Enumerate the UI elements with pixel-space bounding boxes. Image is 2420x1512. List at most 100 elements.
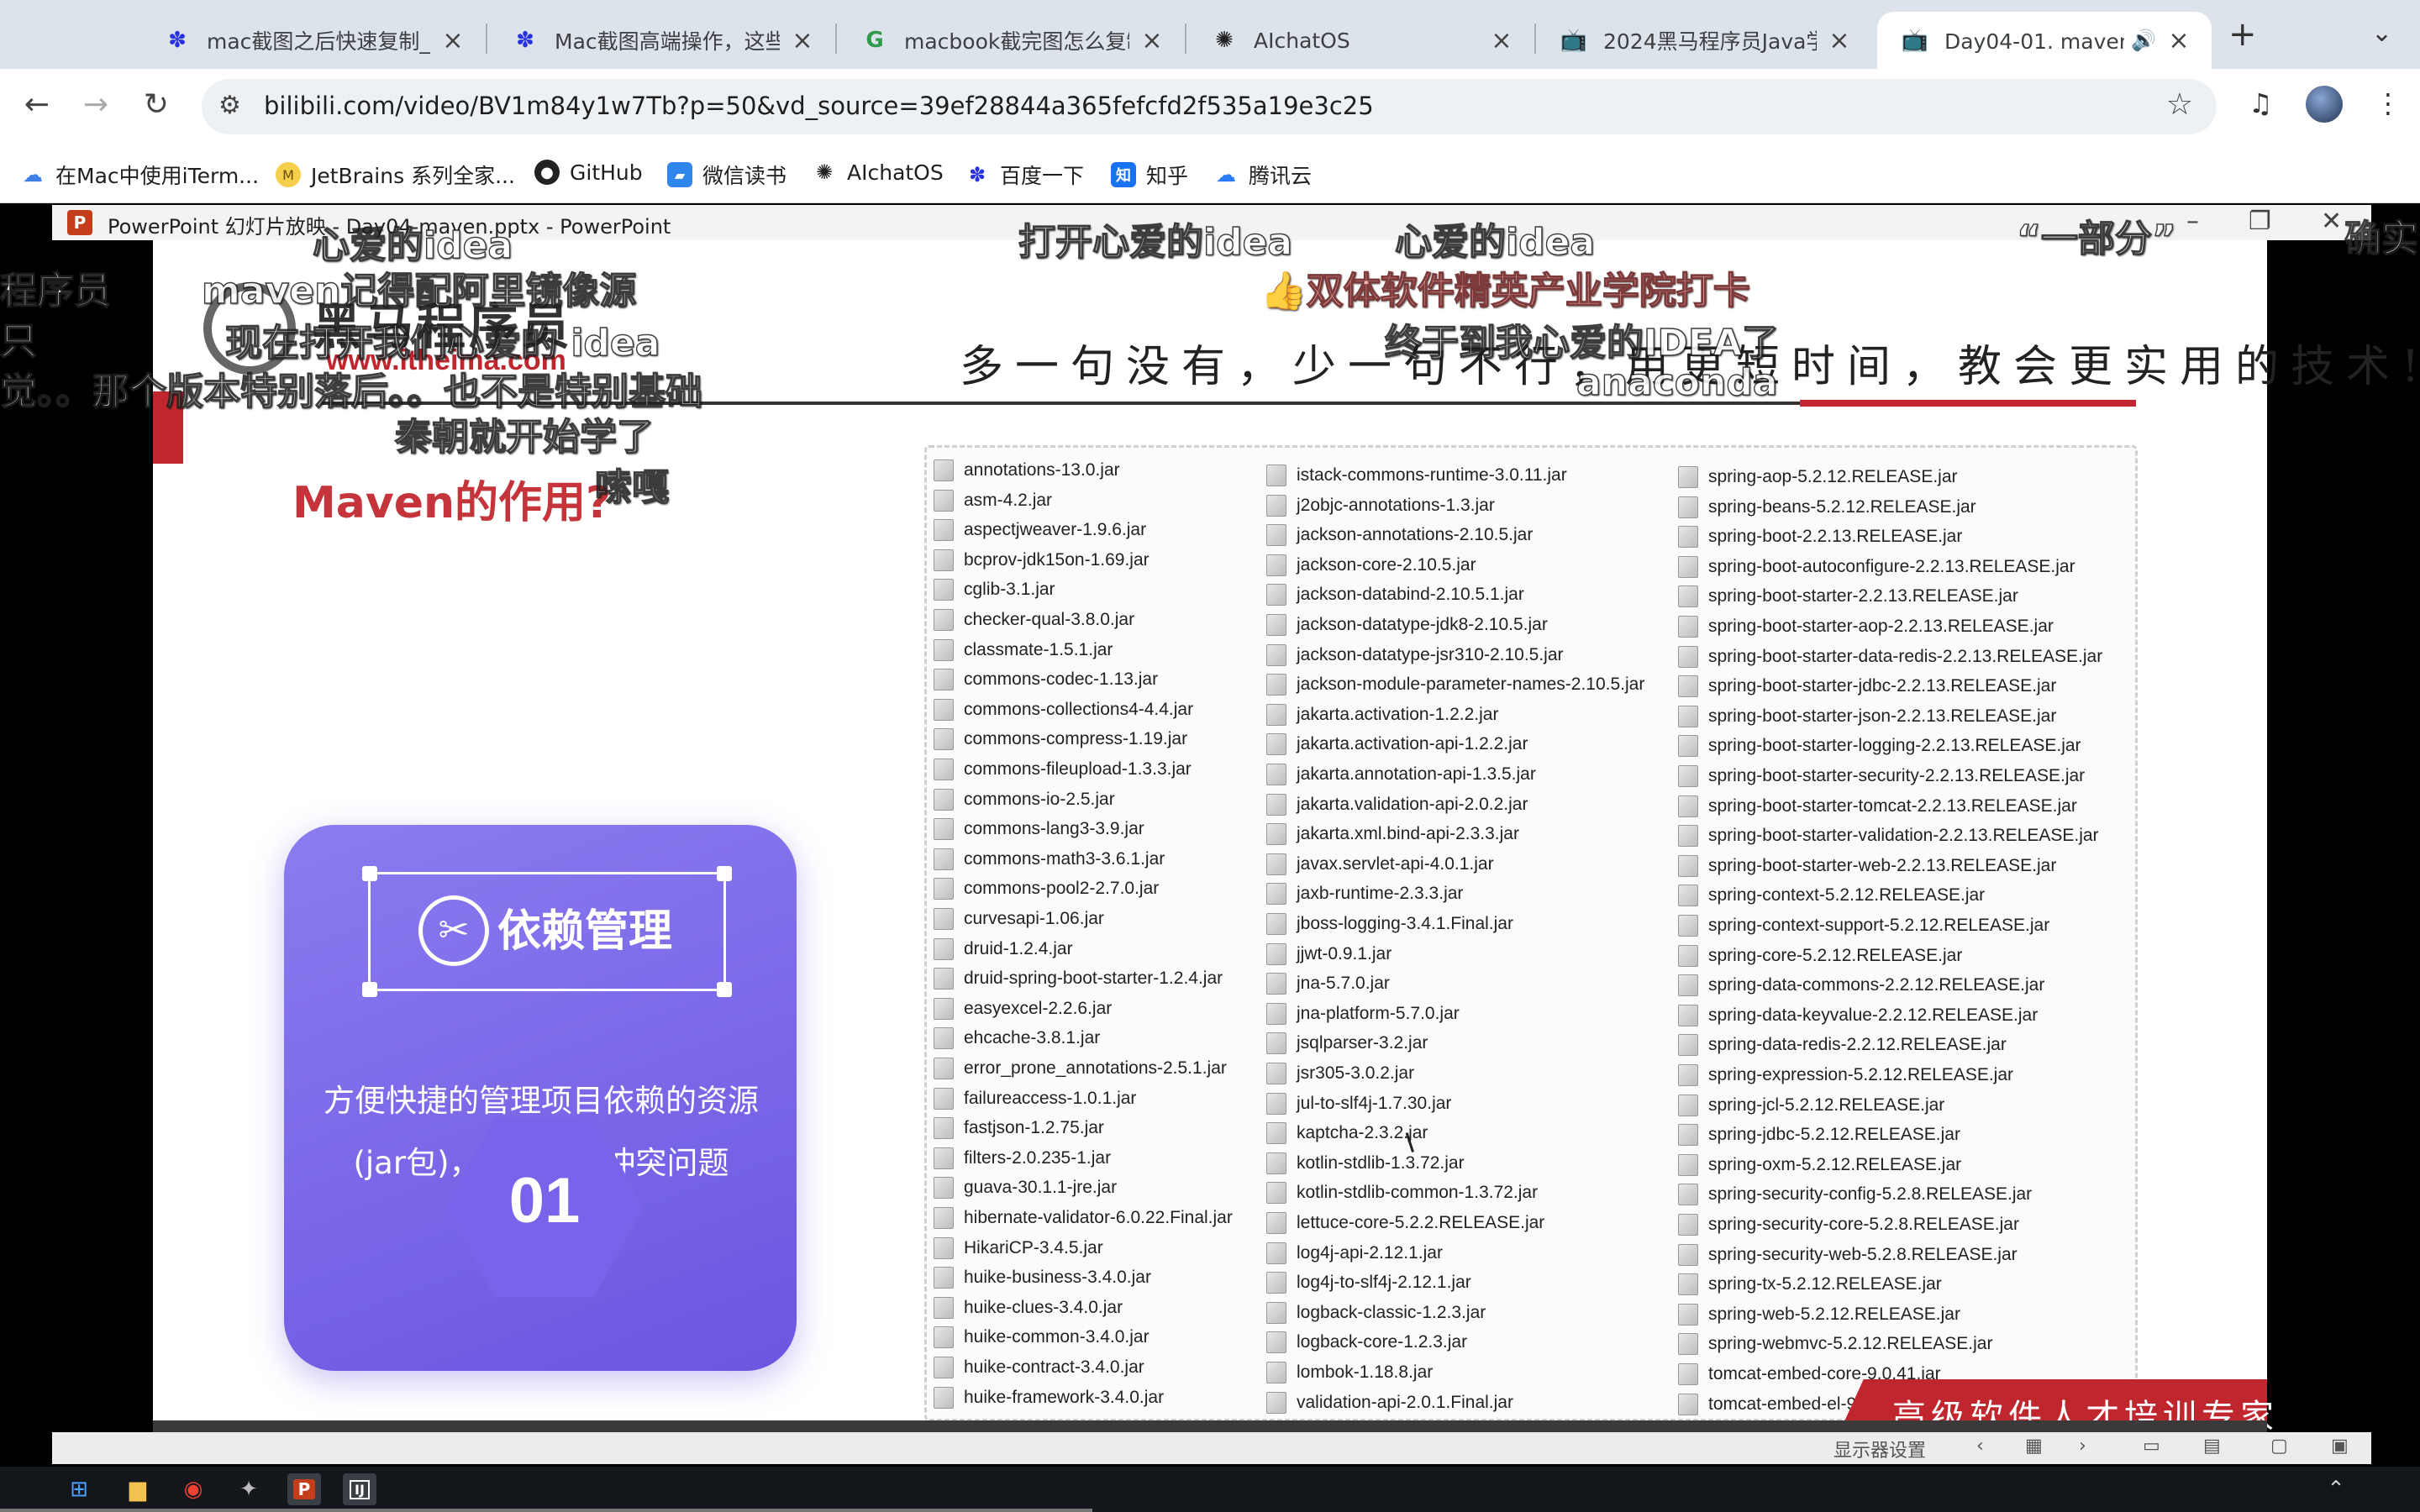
tab-close-icon[interactable]: × [1827, 26, 1852, 55]
bookmark-item[interactable]: ● GitHub [534, 160, 643, 185]
more-menu-icon[interactable]: ⋮ [2375, 87, 2402, 119]
windows-start-icon[interactable]: ⊞ [62, 1473, 96, 1505]
jar-file-name: commons-codec-1.13.jar [964, 669, 1159, 690]
bookmark-item[interactable]: M JetBrains 系列全家... [276, 160, 515, 190]
speaker-icon[interactable]: 🔊 [2131, 29, 2156, 52]
jar-file-icon [934, 997, 954, 1020]
jar-file-icon [1678, 1094, 1698, 1116]
jar-file-name: lettuce-core-5.2.2.RELEASE.jar [1297, 1213, 1545, 1232]
jar-file-name: logback-classic-1.2.3.jar [1297, 1302, 1486, 1322]
tab-close-icon[interactable]: × [2166, 26, 2191, 55]
reload-button[interactable]: ↻ [138, 87, 175, 122]
browser-tab-1[interactable]: ✽ Mac截图高端操作，这些 × [487, 12, 835, 69]
jar-file-icon [1266, 1002, 1286, 1025]
intellij-idea-icon[interactable]: IJ [343, 1473, 376, 1505]
app-icon[interactable]: ✦ [232, 1473, 266, 1505]
frame-handle [717, 982, 732, 997]
jar-file-icon [1678, 1363, 1698, 1385]
jar-file-name: huike-business-3.4.0.jar [964, 1268, 1151, 1288]
jar-file-name: spring-security-config-5.2.8.RELEASE.jar [1708, 1184, 2033, 1205]
bookmark-item[interactable]: 知 知乎 [1111, 160, 1188, 190]
danmaku-comment: 终于到我心爱的IDEA了 [1384, 321, 1780, 365]
jar-file-name: spring-jdbc-5.2.12.RELEASE.jar [1708, 1125, 1960, 1145]
weread-icon: ▰ [667, 162, 692, 187]
site-settings-icon[interactable]: ⚙ [218, 91, 241, 120]
jar-file-icon [934, 1177, 954, 1200]
bookmark-item[interactable]: ▰ 微信读书 [667, 160, 786, 190]
back-button[interactable]: ← [18, 87, 55, 122]
bookmark-star-icon[interactable]: ☆ [2166, 87, 2193, 122]
jar-file-item: log4j-api-2.12.1.jar [1266, 1239, 1443, 1268]
jar-file-name: jackson-module-parameter-names-2.10.5.ja… [1297, 675, 1645, 695]
tab-close-icon[interactable]: × [790, 26, 815, 55]
browser-tab-5[interactable]: 📺 Day04-01. maven-课 🔊 × [1877, 12, 2212, 69]
jar-file-icon [934, 1357, 954, 1378]
jar-file-item: commons-collections4-4.4.jar [934, 696, 1193, 724]
jar-file-item: log4j-to-slf4j-2.12.1.jar [1266, 1268, 1471, 1297]
jar-file-name: jna-platform-5.7.0.jar [1297, 1003, 1460, 1023]
jar-file-item: ehcache-3.8.1.jar [934, 1024, 1100, 1053]
bookmark-label: 在Mac中使用iTerm... [55, 164, 260, 188]
jar-file-item: spring-boot-starter-data-redis-2.2.13.RE… [1678, 643, 2102, 671]
tab-close-icon[interactable]: × [1489, 26, 1514, 55]
tab-title: mac截图之后快速复制_百 [207, 29, 430, 54]
jar-file-icon [1678, 944, 1698, 967]
video-player[interactable]: P PowerPoint 幻灯片放映 - Day04-maven.pptx - … [0, 203, 2420, 1467]
frame-handle [362, 982, 377, 997]
bookmark-item[interactable]: ☁ 腾讯云 [1213, 160, 1312, 190]
jar-file-name: druid-spring-boot-starter-1.2.4.jar [964, 969, 1223, 989]
jar-file-name: curvesapi-1.06.jar [964, 909, 1104, 928]
media-controls-icon[interactable]: ♫ [2249, 87, 2273, 119]
jar-file-name: druid-1.2.4.jar [964, 938, 1073, 958]
danmaku-comment: anaconda [1576, 360, 1778, 404]
jar-file-item: spring-data-redis-2.2.12.RELEASE.jar [1678, 1031, 2007, 1059]
browser-tab-3[interactable]: ✺ AIchatOS × [1186, 12, 1534, 69]
danmaku-comment-vip: 👍双体软件精英产业学院打卡 [1260, 260, 1750, 314]
jar-file-icon [934, 968, 954, 990]
jar-file-item: spring-boot-starter-web-2.2.13.RELEASE.j… [1678, 852, 2056, 880]
jar-file-icon [934, 698, 954, 721]
chrome-icon[interactable]: ◉ [176, 1473, 210, 1505]
tray-chevron-up-icon[interactable]: ⌃ [2319, 1473, 2353, 1505]
tab-close-icon[interactable]: × [1139, 26, 1165, 55]
jar-file-name: error_prone_annotations-2.5.1.jar [964, 1058, 1227, 1078]
avatar[interactable] [2306, 86, 2343, 123]
bookmark-item[interactable]: ☁ 在Mac中使用iTerm... [20, 160, 259, 190]
jar-file-icon [1266, 584, 1286, 606]
jar-file-name: spring-boot-starter-aop-2.2.13.RELEASE.j… [1708, 617, 2054, 636]
bookmark-item[interactable]: ✽ 百度一下 [965, 160, 1084, 190]
file-explorer-icon[interactable]: ▆ [121, 1473, 155, 1505]
bookmark-item[interactable]: ✺ AIchatOS [812, 160, 944, 185]
jar-file-name: spring-security-core-5.2.8.RELEASE.jar [1708, 1215, 2019, 1234]
jar-file-name: spring-boot-starter-security-2.2.13.RELE… [1708, 766, 2086, 785]
tab-search-chevron-icon[interactable]: ⌄ [2371, 18, 2392, 48]
powerpoint-taskbar-icon[interactable]: P [287, 1473, 321, 1505]
address-url[interactable]: bilibili.com/video/BV1m84y1w7Tb?p=50&vd_… [264, 92, 1374, 120]
jar-file-item: spring-jcl-5.2.12.RELEASE.jar [1678, 1091, 1944, 1120]
jar-file-item: spring-data-commons-2.2.12.RELEASE.jar [1678, 971, 2044, 1000]
address-bar[interactable]: ⚙ bilibili.com/video/BV1m84y1w7Tb?p=50&v… [202, 79, 2217, 134]
browser-tab-2[interactable]: G macbook截完图怎么复制 × [837, 12, 1185, 69]
jar-file-name: spring-boot-starter-validation-2.2.13.RE… [1708, 826, 2099, 846]
jar-file-icon [1266, 853, 1286, 875]
jar-file-icon [1266, 1362, 1286, 1383]
forward-button[interactable]: → [77, 87, 114, 122]
jar-file-name: jackson-datatype-jdk8-2.10.5.jar [1297, 615, 1548, 634]
browser-tab-4[interactable]: 📺 2024黑马程序员Java学习 × [1536, 12, 1872, 69]
jar-file-icon [1678, 1303, 1698, 1326]
jar-file-item: druid-spring-boot-starter-1.2.4.jar [934, 964, 1223, 993]
jar-file-name: log4j-api-2.12.1.jar [1297, 1242, 1443, 1263]
jar-file-icon [1266, 823, 1286, 846]
bookmark-label: 知乎 [1146, 164, 1189, 188]
jar-file-name: hibernate-validator-6.0.22.Final.jar [964, 1208, 1233, 1227]
frame-handle [717, 866, 732, 881]
tab-title: Day04-01. maven-课 [1944, 29, 2124, 54]
jar-file-name: spring-boot-starter-data-redis-2.2.13.RE… [1708, 646, 2103, 666]
jar-file-icon [934, 1117, 954, 1140]
tab-close-icon[interactable]: × [440, 26, 466, 55]
jar-file-name: jackson-annotations-2.10.5.jar [1297, 525, 1534, 545]
new-tab-button[interactable]: + [2228, 15, 2257, 54]
jar-file-icon [1266, 793, 1286, 816]
jar-file-icon [1678, 974, 1698, 997]
browser-tab-0[interactable]: ✽ mac截图之后快速复制_百 × [139, 12, 486, 69]
